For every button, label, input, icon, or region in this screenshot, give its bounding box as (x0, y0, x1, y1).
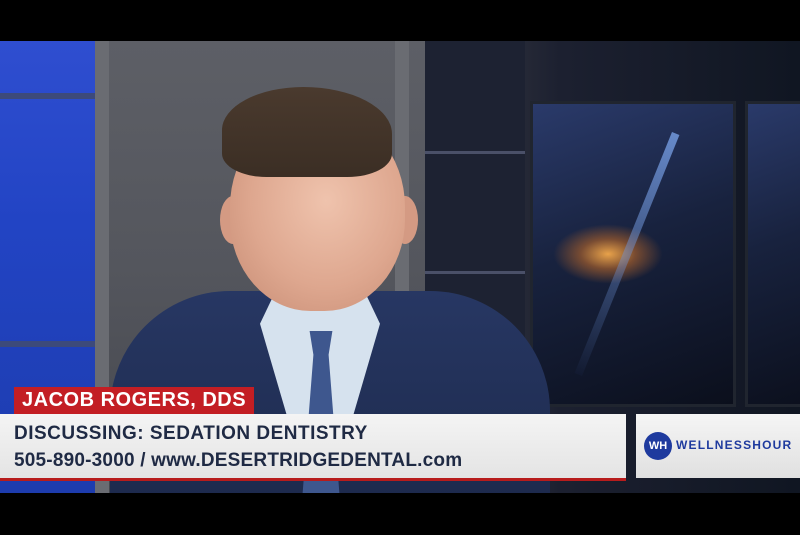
name-tag: JACOB ROGERS, DDS (14, 387, 255, 414)
background-monitor (530, 101, 736, 407)
wh-logo-icon: WH (644, 432, 672, 460)
contact-text: 505-890-3000 / www.DESERTRIDGEDENTAL.com (14, 450, 463, 471)
show-logo: WH WELLNESSHOUR (636, 414, 800, 478)
hair (222, 87, 392, 177)
lower-third-bar: DISCUSSING: SEDATION DENTISTRY 505-890-3… (0, 414, 626, 481)
topic-text: DISCUSSING: SEDATION DENTISTRY (14, 423, 368, 444)
logo-text: WELLNESSHOUR (676, 438, 793, 452)
panel-seam (0, 341, 95, 347)
panel-seam (0, 93, 95, 99)
background-monitor-right (745, 101, 800, 407)
monitor-flare (553, 224, 663, 284)
